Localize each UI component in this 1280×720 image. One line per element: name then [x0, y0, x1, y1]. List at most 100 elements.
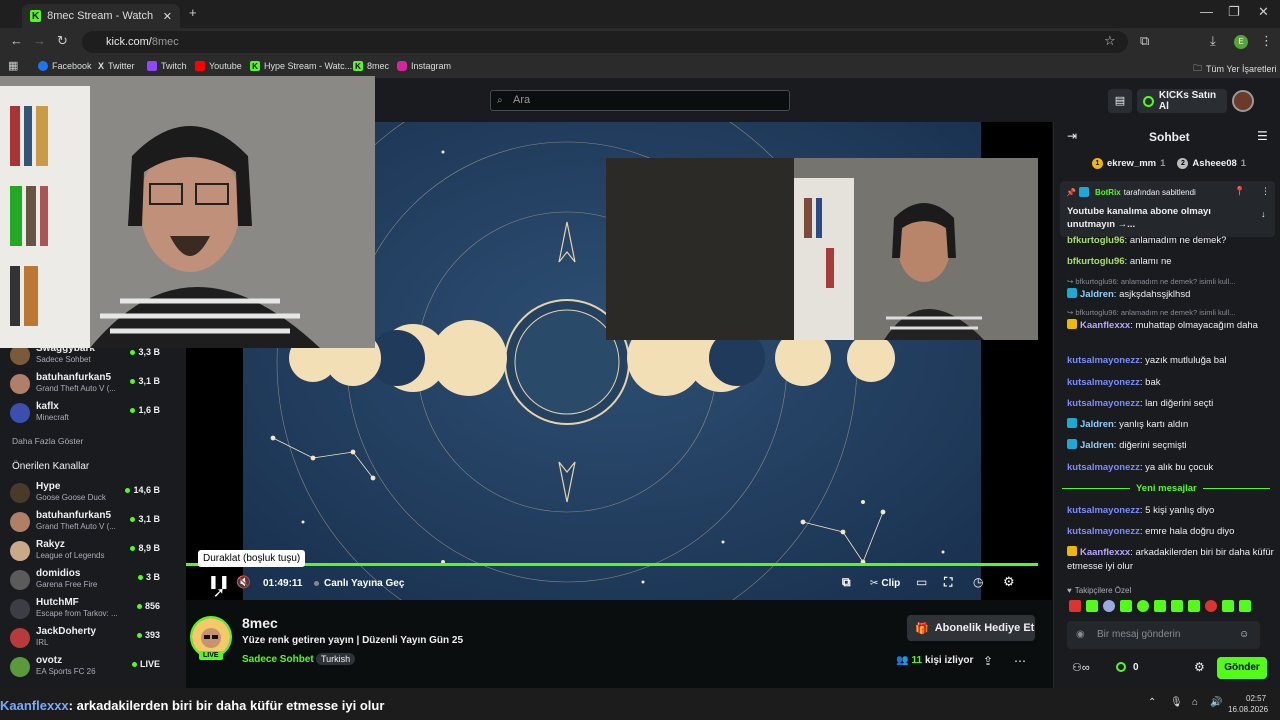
emote-icon[interactable]	[1239, 600, 1251, 612]
chat-users-icon[interactable]: ☰	[1257, 129, 1268, 143]
clip-button[interactable]: ✂ Clip	[870, 578, 900, 589]
go-live-button[interactable]: Canlı Yayına Geç	[314, 578, 404, 589]
chat-username[interactable]: kutsalmayonezz	[1067, 377, 1140, 388]
chat-username[interactable]: Jaldren	[1080, 419, 1114, 430]
collapse-chat-icon[interactable]: ⇥	[1067, 129, 1077, 143]
extensions-icon[interactable]: ⧉	[1140, 33, 1149, 49]
share-icon[interactable]: ⇪	[983, 654, 993, 668]
bookmark-all[interactable]: 🗀 Tüm Yer İşaretleri	[1193, 61, 1277, 77]
profile-avatar[interactable]: E	[1234, 35, 1248, 49]
sidebar-channel-hype[interactable]: Hype Goose Goose Duck 14,6 B	[10, 481, 180, 507]
send-button[interactable]: Gönder	[1217, 657, 1267, 679]
chat-tools-icon[interactable]: ⚇∞	[1072, 661, 1090, 674]
playback-speed-icon[interactable]: ◷	[973, 575, 983, 589]
apps-grid-icon[interactable]: ▦	[8, 59, 18, 72]
chat-username[interactable]: Kaanflexxx	[1080, 320, 1130, 331]
channel-name[interactable]: 8mec	[242, 615, 278, 631]
emote-icon[interactable]	[1154, 600, 1166, 612]
clock-date[interactable]: 16.08.2026	[1228, 705, 1268, 714]
chat-username[interactable]: kutsalmayonezz	[1067, 505, 1140, 516]
bookmark-facebook[interactable]: Facebook	[38, 61, 92, 71]
folder-icon: 🗀	[1193, 63, 1203, 73]
sidebar-channel-domidios[interactable]: domidios Garena Free Fire 3 B	[10, 568, 180, 594]
clock-time[interactable]: 02:57	[1246, 694, 1266, 703]
sidebar-channel-batuhanfurkan5-rec[interactable]: batuhanfurkan5 Grand Theft Auto V (... 3…	[10, 510, 180, 536]
tab-close-icon[interactable]: ✕	[163, 10, 172, 23]
kick-icon: K	[250, 61, 260, 71]
chat-username[interactable]: Kaanflexxx	[1080, 547, 1130, 558]
bookmark-8mec[interactable]: K 8mec	[353, 61, 389, 71]
chat-username[interactable]: kutsalmayonezz	[1067, 398, 1140, 409]
unpin-icon[interactable]: 📍	[1234, 186, 1245, 197]
url-field[interactable]: kick.com/8mec	[82, 31, 1128, 53]
bookmark-instagram[interactable]: Instagram	[397, 61, 451, 71]
emote-icon[interactable]	[1103, 600, 1115, 612]
theater-mode-icon[interactable]: ▭	[916, 575, 927, 589]
emote-icon[interactable]	[1188, 600, 1200, 612]
category-link[interactable]: Sadece Sohbet	[242, 654, 314, 665]
bookmark-hype-stream[interactable]: K Hype Stream - Watc...	[250, 61, 352, 71]
emote-icon[interactable]	[1086, 600, 1098, 612]
bookmark-youtube[interactable]: Youtube	[195, 61, 242, 71]
emote-icon[interactable]	[1205, 600, 1217, 612]
volume-muted-icon[interactable]: 🔇	[236, 575, 251, 589]
menu-dots-icon[interactable]: ⋮	[1260, 33, 1273, 49]
sidebar-channel-hutchmf[interactable]: HutchMF Escape from Tarkov: ... 856	[10, 597, 180, 623]
emote-icon[interactable]	[1222, 600, 1234, 612]
gift-subscription-button[interactable]: 🎁 Abonelik Hediye Et	[907, 615, 1035, 641]
sidebar-channel-batuhanfurkan5[interactable]: batuhanfurkan5 Grand Theft Auto V (... 3…	[10, 372, 180, 398]
browser-tab[interactable]: K 8mec Stream - Watch Live on K ✕	[22, 4, 180, 28]
forward-icon[interactable]: →	[33, 33, 46, 48]
sidebar-channel-ovotz[interactable]: ovotz EA Sports FC 26 LIVE	[10, 655, 180, 681]
emote-icon[interactable]	[1171, 600, 1183, 612]
close-window-icon[interactable]: ✕	[1258, 4, 1269, 20]
search-input[interactable]: ⌕ Ara	[490, 90, 790, 111]
bookmark-twitter[interactable]: X Twitter	[98, 61, 135, 71]
new-tab-icon[interactable]: +	[189, 5, 197, 20]
bookmark-twitch[interactable]: Twitch	[147, 61, 187, 71]
chat-username[interactable]: Jaldren	[1080, 289, 1114, 300]
chat-username[interactable]: bfkurtoglu96	[1067, 235, 1125, 246]
minimize-icon[interactable]: —	[1200, 4, 1213, 19]
chat-username[interactable]: kutsalmayonezz	[1067, 526, 1140, 537]
restore-icon[interactable]: ❐	[1228, 4, 1240, 20]
tray-expand-icon[interactable]: ⌃	[1148, 697, 1156, 708]
emote-icon[interactable]	[1137, 600, 1149, 612]
sidebar-channel-rakyz[interactable]: Rakyz League of Legends 8,9 B	[10, 539, 180, 565]
volume-icon[interactable]: 🔊	[1210, 697, 1222, 708]
chat-input[interactable]: ◉ Bir mesaj gönderin ☺	[1067, 621, 1260, 649]
downloads-icon[interactable]: ⤓	[1210, 33, 1216, 49]
emote-icon[interactable]	[1120, 600, 1132, 612]
playback-progress-bar[interactable]	[186, 563, 1038, 566]
chat-username[interactable]: bfkurtoglu96	[1067, 256, 1125, 267]
bookmark-star-icon[interactable]: ☆	[1104, 33, 1116, 49]
gifter-name[interactable]: Asheee08	[1192, 158, 1236, 169]
sub-badge-icon	[1067, 439, 1077, 449]
chat-settings-icon[interactable]: ⚙	[1194, 660, 1205, 674]
chat-username[interactable]: Jaldren	[1080, 440, 1114, 451]
emoji-icon[interactable]: ☺	[1239, 621, 1249, 649]
back-icon[interactable]: ←	[10, 33, 23, 48]
pinned-message[interactable]: 📌 BotRix tarafından sabitlendi 📍 ⋮ Youtu…	[1060, 181, 1275, 237]
network-icon[interactable]: ⌂	[1192, 697, 1198, 708]
layout-toggle-icon[interactable]: ▤	[1108, 89, 1132, 113]
settings-gear-icon[interactable]: ⚙	[1003, 574, 1015, 590]
chat-username[interactable]: kutsalmayonezz	[1067, 462, 1140, 473]
sidebar-channel-kaflx[interactable]: kaflx Minecraft 1,6 B	[10, 401, 180, 427]
expand-pinned-icon[interactable]: ↓	[1261, 209, 1266, 219]
show-more-link[interactable]: Daha Fazla Göster	[12, 436, 83, 446]
user-avatar[interactable]	[1232, 90, 1254, 112]
language-tag[interactable]: Turkish	[316, 653, 356, 665]
pinned-menu-icon[interactable]: ⋮	[1261, 186, 1270, 197]
miniplayer-icon[interactable]: ⧉	[842, 575, 851, 590]
sidebar-channel-jackdoherty[interactable]: JackDoherty IRL 393	[10, 626, 180, 652]
reload-icon[interactable]: ↻	[57, 33, 68, 49]
kicks-balance[interactable]: 0	[1116, 662, 1139, 673]
microphone-icon[interactable]: 🎙	[1170, 697, 1183, 708]
fullscreen-icon[interactable]: ⛶	[944, 575, 952, 590]
emote-icon[interactable]	[1069, 600, 1081, 612]
chat-username[interactable]: kutsalmayonezz	[1067, 355, 1140, 366]
kicks-buy-button[interactable]: KICKs Satın Al	[1137, 89, 1227, 113]
more-options-icon[interactable]: ⋯	[1014, 654, 1026, 668]
gifter-name[interactable]: ekrew_mm	[1107, 158, 1156, 169]
